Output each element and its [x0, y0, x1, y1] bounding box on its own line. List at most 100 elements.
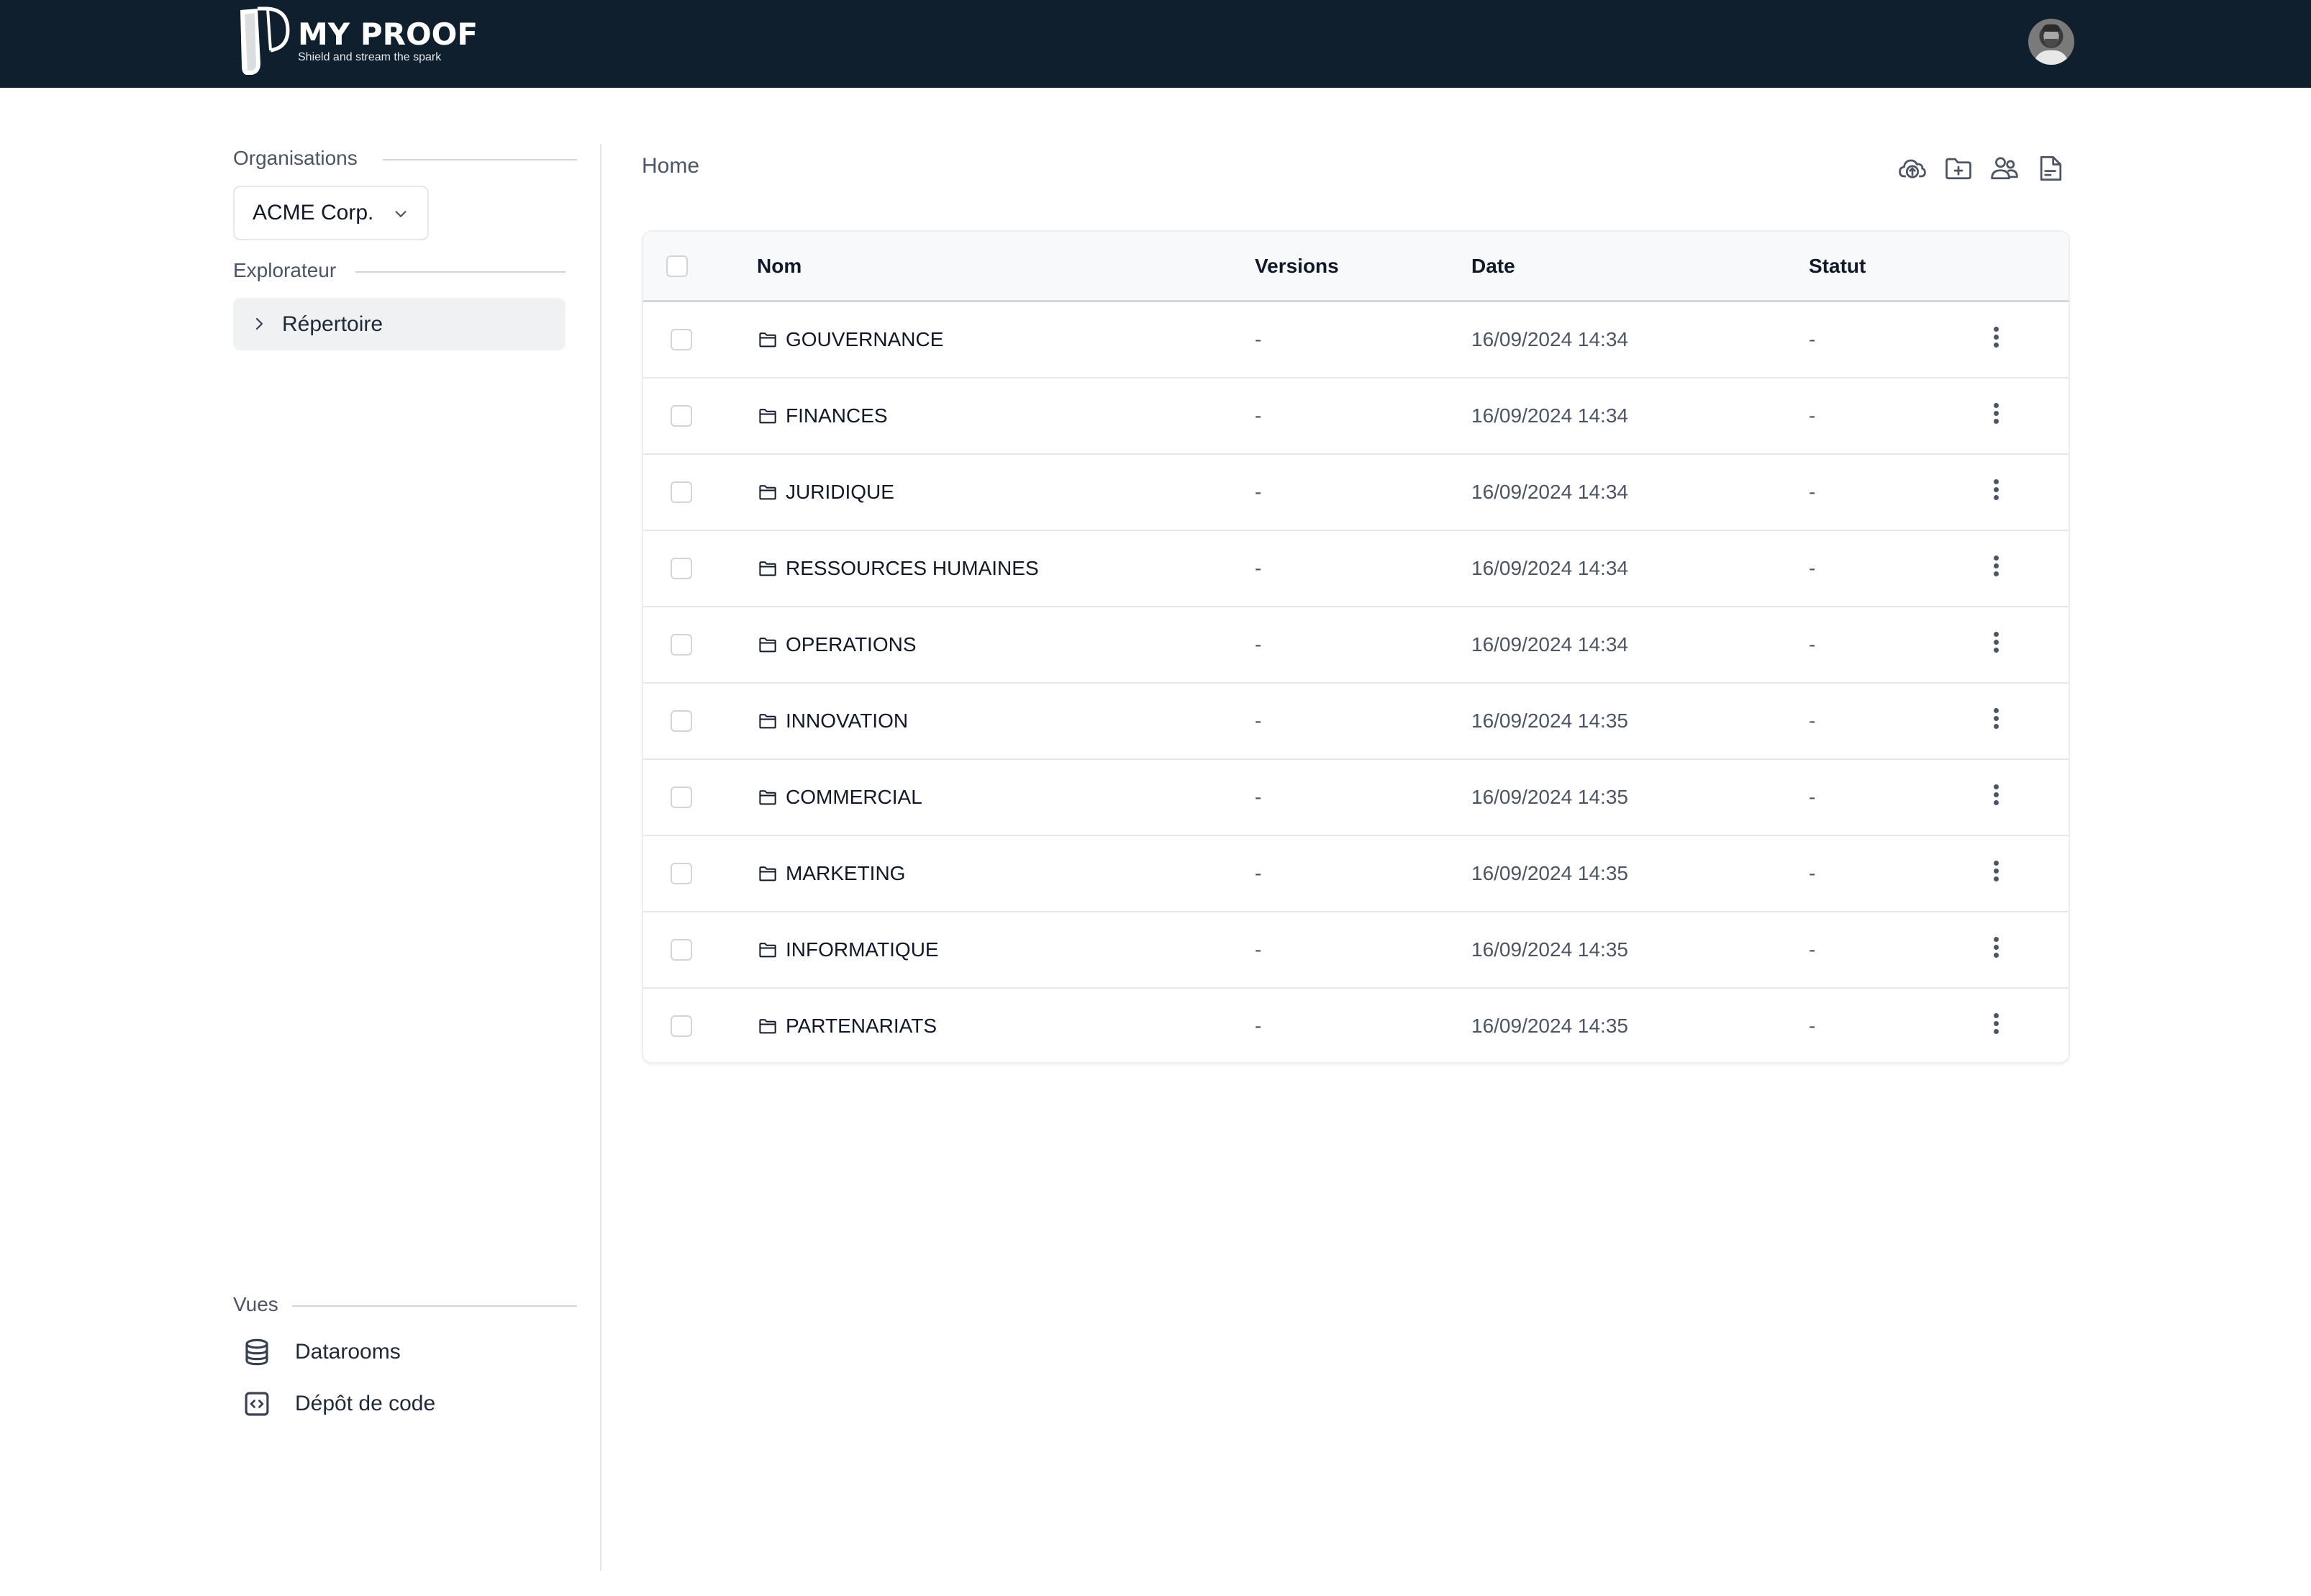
row-actions-menu-icon[interactable]	[1989, 403, 2003, 432]
row-checkbox[interactable]	[671, 558, 692, 579]
row-checkbox[interactable]	[671, 939, 692, 961]
status-cell: -	[1809, 481, 1816, 503]
breadcrumb-home[interactable]: Home	[642, 154, 699, 178]
versions-cell: -	[1255, 938, 1262, 961]
row-actions-menu-icon[interactable]	[1989, 937, 2003, 966]
explorer-label: Explorateur	[233, 259, 337, 281]
versions-cell: -	[1255, 862, 1262, 884]
table-row[interactable]: JURIDIQUE - 16/09/2024 14:34 -	[643, 455, 2069, 531]
table-row[interactable]: INFORMATIQUE - 16/09/2024 14:35 -	[643, 912, 2069, 989]
table-row[interactable]: OPERATIONS - 16/09/2024 14:34 -	[643, 607, 2069, 684]
sidebar-item-repertoire[interactable]: Répertoire	[233, 298, 566, 350]
table-row[interactable]: PARTENARIATS - 16/09/2024 14:35 -	[643, 989, 2069, 1062]
folder-icon	[759, 1019, 776, 1034]
versions-cell: -	[1255, 481, 1262, 503]
folder-name-cell[interactable]: FINANCES	[757, 404, 888, 427]
user-avatar[interactable]	[2028, 19, 2074, 65]
divider	[355, 271, 566, 273]
row-checkbox[interactable]	[671, 634, 692, 656]
chevron-right-icon[interactable]	[250, 315, 268, 332]
folder-name: INNOVATION	[786, 709, 909, 732]
folder-icon	[759, 332, 776, 348]
code-icon	[245, 1392, 269, 1416]
table-row[interactable]: COMMERCIAL - 16/09/2024 14:35 -	[643, 760, 2069, 836]
document-icon	[2040, 156, 2062, 181]
row-actions-menu-icon[interactable]	[1989, 1013, 2003, 1042]
row-actions-menu-icon[interactable]	[1989, 784, 2003, 813]
table-row[interactable]: GOUVERNANCE - 16/09/2024 14:34 -	[643, 302, 2069, 378]
column-header-date[interactable]: Date	[1471, 255, 1515, 278]
versions-cell: -	[1255, 1015, 1262, 1037]
views-label: Vues	[233, 1293, 278, 1315]
new-document-button[interactable]	[2035, 151, 2066, 186]
date-cell: 16/09/2024 14:34	[1471, 557, 1628, 579]
folder-name-cell[interactable]: JURIDIQUE	[757, 481, 894, 504]
organisation-select[interactable]: ACME Corp.	[233, 186, 429, 240]
new-folder-icon	[1945, 158, 1971, 180]
date-cell: 16/09/2024 14:34	[1471, 481, 1628, 503]
folder-name: RESSOURCES HUMAINES	[786, 557, 1039, 579]
sidebar-item-datarooms[interactable]: Datarooms	[242, 1332, 401, 1372]
versions-cell: -	[1255, 633, 1262, 656]
folder-name: MARKETING	[786, 862, 906, 884]
top-navbar: MY PROOF Shield and stream the spark	[0, 0, 2311, 88]
row-actions-menu-icon[interactable]	[1989, 632, 2003, 661]
date-cell: 16/09/2024 14:35	[1471, 1015, 1628, 1037]
row-checkbox[interactable]	[671, 329, 692, 350]
date-cell: 16/09/2024 14:35	[1471, 709, 1628, 732]
row-actions-menu-icon[interactable]	[1989, 708, 2003, 737]
row-checkbox[interactable]	[671, 710, 692, 732]
folder-name-cell[interactable]: OPERATIONS	[757, 633, 917, 656]
row-actions-menu-icon[interactable]	[1989, 556, 2003, 584]
row-checkbox[interactable]	[671, 786, 692, 808]
select-all-checkbox[interactable]	[666, 255, 688, 277]
folder-name-cell[interactable]: GOUVERNANCE	[757, 328, 943, 351]
folder-icon	[759, 638, 776, 653]
folder-name-cell[interactable]: PARTENARIATS	[757, 1015, 937, 1038]
brand-logo[interactable]: MY PROOF Shield and stream the spark	[236, 6, 478, 78]
folder-name: JURIDIQUE	[786, 481, 894, 503]
column-header-name[interactable]: Nom	[757, 255, 802, 278]
folder-icon	[759, 943, 776, 958]
status-cell: -	[1809, 557, 1816, 579]
column-header-status[interactable]: Statut	[1809, 255, 1866, 278]
sidebar-item-code-repository[interactable]: Dépôt de code	[242, 1384, 435, 1424]
folder-name: INFORMATIQUE	[786, 938, 939, 961]
status-cell: -	[1809, 1015, 1816, 1037]
table-row[interactable]: RESSOURCES HUMAINES - 16/09/2024 14:34 -	[643, 531, 2069, 607]
row-checkbox[interactable]	[671, 1015, 692, 1037]
folder-name-cell[interactable]: RESSOURCES HUMAINES	[757, 557, 1039, 580]
date-cell: 16/09/2024 14:34	[1471, 328, 1628, 350]
column-header-versions[interactable]: Versions	[1255, 255, 1339, 278]
folder-name: OPERATIONS	[786, 633, 917, 656]
row-actions-menu-icon[interactable]	[1989, 479, 2003, 508]
versions-cell: -	[1255, 557, 1262, 579]
versions-cell: -	[1255, 786, 1262, 808]
folder-name: FINANCES	[786, 404, 888, 427]
sidebar-item-label: Dépôt de code	[295, 1392, 436, 1415]
row-checkbox[interactable]	[671, 481, 692, 503]
sidebar-item-label: Répertoire	[282, 312, 383, 336]
manage-users-button[interactable]	[1989, 151, 2020, 186]
folder-name-cell[interactable]: INFORMATIQUE	[757, 938, 939, 961]
row-actions-menu-icon[interactable]	[1989, 327, 2003, 355]
table-row[interactable]: INNOVATION - 16/09/2024 14:35 -	[643, 684, 2069, 760]
database-icon	[245, 1338, 268, 1366]
table-row[interactable]: FINANCES - 16/09/2024 14:34 -	[643, 378, 2069, 455]
row-checkbox[interactable]	[671, 405, 692, 427]
row-actions-menu-icon[interactable]	[1989, 861, 2003, 889]
folder-icon	[759, 485, 776, 500]
files-table: Nom Versions Date Statut GOUVERNANCE - 1…	[642, 230, 2070, 1064]
brand-tagline: Shield and stream the spark	[298, 51, 442, 63]
folder-name-cell[interactable]: MARKETING	[757, 862, 905, 885]
table-row[interactable]: MARKETING - 16/09/2024 14:35 -	[643, 836, 2069, 912]
folder-name-cell[interactable]: COMMERCIAL	[757, 786, 922, 809]
upload-button[interactable]	[1897, 151, 1928, 186]
folder-name-cell[interactable]: INNOVATION	[757, 709, 908, 733]
row-checkbox[interactable]	[671, 863, 692, 884]
new-folder-button[interactable]	[1943, 151, 1974, 186]
versions-cell: -	[1255, 404, 1262, 427]
toolbar	[1897, 151, 2066, 186]
status-cell: -	[1809, 328, 1816, 350]
folder-icon	[759, 561, 776, 576]
